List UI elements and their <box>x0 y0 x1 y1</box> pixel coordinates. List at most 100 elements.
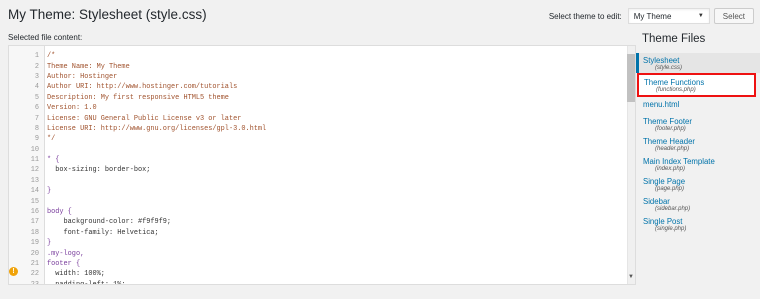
file-item-theme-functions[interactable]: Theme Functions (functions.php) <box>637 73 756 97</box>
file-item-theme-footer[interactable]: Theme Footer (footer.php) <box>636 114 760 134</box>
line-number: 16 <box>30 208 39 217</box>
code-text: License: GNU General Public License v3 o… <box>47 114 242 123</box>
code-line: 23 padding-left: 1%; <box>9 280 629 285</box>
warning-icon[interactable]: ! <box>9 267 18 276</box>
line-number: 1 <box>34 52 39 61</box>
file-name: Main Index Template <box>643 157 715 166</box>
file-item-stylesheet[interactable]: Stylesheet (style.css) <box>636 53 760 73</box>
code-line: 10 <box>9 145 629 155</box>
file-item-menu-html[interactable]: menu.html <box>636 97 760 114</box>
code-line: 14} <box>9 186 629 196</box>
file-path: (functions.php) <box>656 87 696 93</box>
code-text: body { <box>47 208 72 217</box>
line-number: 19 <box>30 239 39 248</box>
theme-dropdown-value: My Theme <box>633 11 672 21</box>
code-text: box-sizing: border-box; <box>47 166 151 175</box>
code-line: 18 font-family: Helvetica; <box>9 228 629 238</box>
code-text: */ <box>47 135 56 144</box>
code-line: 2 Theme Name: My Theme <box>9 61 629 71</box>
file-item-sidebar[interactable]: Sidebar (sidebar.php) <box>636 194 760 214</box>
file-item-main-index-template[interactable]: Main Index Template (index.php) <box>636 154 760 174</box>
file-name: Sidebar <box>643 197 670 206</box>
line-number: 6 <box>34 104 39 113</box>
code-line: 16 body { <box>9 207 629 217</box>
editor-scrollbar[interactable]: ▼ <box>627 46 635 284</box>
code-text: } <box>47 187 52 196</box>
file-name: Single Page <box>643 177 686 186</box>
line-number: 12 <box>30 166 39 175</box>
code-text: * { <box>47 156 60 165</box>
theme-files-list: Stylesheet (style.css) Theme Functions (fun… <box>636 53 760 234</box>
file-path: (sidebar.php) <box>655 206 691 212</box>
file-name: Theme Functions <box>644 78 705 87</box>
line-number: 17 <box>30 218 39 227</box>
code-line: 6 Version: 1.0 <box>9 103 629 113</box>
chevron-down-icon: ▼ <box>697 13 704 19</box>
line-number: 20 <box>30 249 39 258</box>
file-name: Stylesheet <box>643 56 680 65</box>
code-text: Theme Name: My Theme <box>47 62 130 71</box>
scrollbar-thumb[interactable] <box>627 54 635 102</box>
line-number: 10 <box>30 145 39 154</box>
code-line: 4 Author URI: http://www.hostinger.com/tu… <box>9 82 629 92</box>
code-lines: 1 /* 2 Theme Name: My Theme 3 Author: Hosting… <box>9 51 629 285</box>
theme-files-title: Theme Files <box>642 33 706 45</box>
line-number: 13 <box>30 176 39 185</box>
file-path: (header.php) <box>655 146 690 152</box>
page-title: My Theme: Stylesheet (style.css) <box>8 7 207 22</box>
code-text: padding-left: 1%; <box>47 280 126 285</box>
code-line: 7 License: GNU General Public License v3 … <box>9 113 629 123</box>
code-line: 13 <box>9 176 629 186</box>
line-number: 2 <box>34 62 39 71</box>
code-line: 22 width: 100%; <box>9 269 629 279</box>
code-text: Author URI: http://www.hostinger.com/tut… <box>47 83 238 92</box>
file-path: (footer.php) <box>655 126 686 132</box>
code-line: 3 Author: Hostinger <box>9 72 629 82</box>
selected-file-label: Selected file content: <box>8 33 83 42</box>
code-line: 19} <box>9 238 629 248</box>
code-line: 21 footer { <box>9 259 629 269</box>
code-text: Description: My first responsive HTML5 t… <box>47 93 229 102</box>
code-text: .my-logo, <box>47 249 85 258</box>
code-text: Author: Hostinger <box>47 72 118 81</box>
code-text: font-family: Helvetica; <box>47 228 159 237</box>
line-number: 15 <box>30 197 39 206</box>
code-line: 15 <box>9 196 629 206</box>
line-number: 23 <box>30 280 39 285</box>
line-number: 3 <box>34 72 39 81</box>
code-text: Version: 1.0 <box>47 104 97 113</box>
file-path: (single.php) <box>655 226 687 232</box>
code-line: 1 /* <box>9 51 629 61</box>
select-button[interactable]: Select <box>713 8 754 24</box>
file-name: Single Post <box>643 217 683 226</box>
line-number: 4 <box>34 83 39 92</box>
line-number: 9 <box>34 135 39 144</box>
file-name: Theme Footer <box>643 117 692 126</box>
scroll-down-icon[interactable]: ▼ <box>627 274 635 282</box>
theme-files-panel: Theme Files Stylesheet (style.css) Theme F… <box>636 33 760 234</box>
line-number: 8 <box>34 124 39 133</box>
file-name: Theme Header <box>643 137 696 146</box>
code-text: background-color: #f9f9f9; <box>47 218 172 227</box>
file-item-single-post[interactable]: Single Post (single.php) <box>636 214 760 234</box>
file-path: (page.php) <box>655 186 685 192</box>
file-item-theme-header[interactable]: Theme Header (header.php) <box>636 134 760 154</box>
code-line: 12 box-sizing: border-box; <box>9 165 629 175</box>
theme-dropdown[interactable]: My Theme ▼ <box>627 8 710 24</box>
line-number: 7 <box>34 114 39 123</box>
code-line: 20 .my-logo, <box>9 248 629 258</box>
line-number: 11 <box>30 156 39 165</box>
code-line: 5 Description: My first responsive HTML5 … <box>9 93 629 103</box>
code-text: width: 100%; <box>47 270 105 279</box>
file-item-single-page[interactable]: Single Page (page.php) <box>636 174 760 194</box>
code-editor[interactable]: 1 /* 2 Theme Name: My Theme 3 Author: Hosting… <box>8 45 636 285</box>
theme-select-row: Select theme to edit: My Theme ▼ Select <box>549 8 754 24</box>
select-theme-label: Select theme to edit: <box>548 11 622 21</box>
code-line: 11 * { <box>9 155 629 165</box>
code-line: 17 background-color: #f9f9f9; <box>9 217 629 227</box>
code-text: footer { <box>47 260 81 268</box>
line-number: 5 <box>34 93 39 102</box>
code-text: /* <box>47 52 56 61</box>
file-path: (index.php) <box>655 166 686 172</box>
code-text: License URI: http://www.gnu.org/licenses… <box>47 124 267 133</box>
